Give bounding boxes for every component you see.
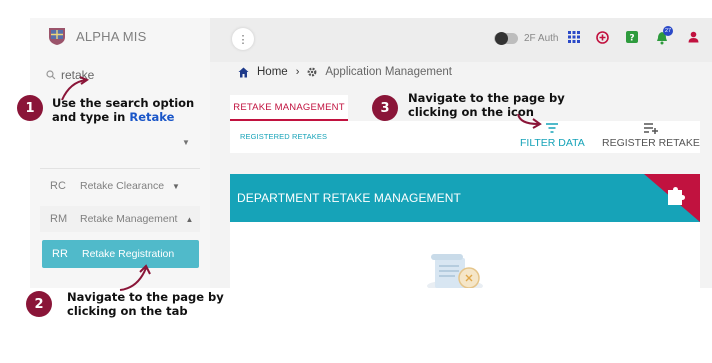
add-circle-icon[interactable]: [596, 31, 609, 44]
sidebar-item-label: Retake Management: [80, 213, 178, 225]
step-2-badge: 2: [26, 291, 52, 317]
step-2-line-1: Navigate to the page by: [67, 290, 224, 304]
sidebar-item-abbr: RC: [50, 180, 66, 192]
step-1-arrow-icon: [61, 76, 90, 101]
empty-state-illustration-icon: [427, 254, 483, 288]
department-card-header: DEPARTMENT RETAKE MANAGEMENT: [230, 174, 700, 222]
home-icon[interactable]: [238, 67, 249, 78]
grid-icon[interactable]: [568, 31, 580, 43]
chevron-right-icon: ›: [295, 66, 300, 78]
notifications[interactable]: 27: [656, 26, 678, 49]
svg-text:?: ?: [629, 34, 634, 44]
search-icon: [46, 70, 56, 80]
step-3-arrow-icon: [517, 113, 542, 129]
two-factor-toggle[interactable]: [494, 32, 518, 45]
sidebar-item-abbr: RR: [52, 248, 68, 260]
help-icon[interactable]: ?: [626, 31, 638, 44]
chevron-down-icon[interactable]: ▼: [182, 138, 190, 147]
breadcrumb: Home › Application Management: [238, 66, 452, 78]
card-toolbar: REGISTERED RETAKES FILTER DATA REGISTER …: [230, 121, 700, 153]
step-3-badge: 3: [372, 95, 398, 121]
filter-icon: [546, 123, 559, 133]
corner-ribbon: [644, 174, 700, 222]
sidebar-item-label: Retake Registration: [82, 248, 175, 260]
step-2-line-2: clicking on the tab: [67, 304, 188, 318]
step-3-line-1: Navigate to the page by: [408, 91, 565, 105]
screenshot-root: ALPHA MIS retake ▼ RC Retake Clearance ▼…: [0, 0, 712, 363]
notification-count-badge: 27: [663, 26, 673, 36]
tab-retake-management[interactable]: RETAKE MANAGEMENT: [230, 95, 348, 121]
breadcrumb-home[interactable]: Home: [257, 66, 288, 78]
gear-icon: [307, 67, 317, 77]
two-factor-label: 2F Auth: [524, 33, 559, 44]
chevron-up-icon: ▲: [185, 214, 194, 224]
card-title: DEPARTMENT RETAKE MANAGEMENT: [237, 191, 461, 205]
sidebar: ALPHA MIS retake ▼ RC Retake Clearance ▼…: [30, 18, 210, 288]
step-1-highlight: Retake: [129, 110, 175, 124]
top-bar: ⋮ 2F Auth ? 27: [210, 18, 712, 62]
brand: ALPHA MIS: [48, 26, 146, 46]
sidebar-item-label: Retake Clearance: [80, 180, 165, 192]
step-1-line-2-prefix: and type in: [52, 110, 130, 124]
step-1-line-2: and type in Retake: [52, 110, 194, 124]
department-card-body: [230, 222, 700, 288]
divider: [40, 168, 200, 169]
sidebar-item-retake-management[interactable]: RM Retake Management ▲: [40, 206, 200, 232]
user-icon[interactable]: [688, 31, 699, 43]
sidebar-item-abbr: RM: [50, 213, 68, 225]
breadcrumb-current[interactable]: Application Management: [325, 66, 452, 78]
chevron-down-icon: ▼: [172, 181, 180, 191]
register-retake-button[interactable]: REGISTER RETAKE: [602, 121, 700, 149]
crest-logo-icon: [49, 28, 65, 45]
sidebar-item-retake-clearance[interactable]: RC Retake Clearance ▼: [40, 173, 200, 199]
step-2-arrow-icon: [119, 264, 151, 291]
playlist-add-icon: [643, 123, 658, 134]
filter-data-label: FILTER DATA: [520, 137, 585, 149]
menu-dots-icon[interactable]: ⋮: [232, 28, 254, 50]
step-1-badge: 1: [17, 95, 43, 121]
step-2-instruction: Navigate to the page by clicking on the …: [67, 290, 224, 318]
register-retake-label: REGISTER RETAKE: [602, 137, 700, 149]
brand-name: ALPHA MIS: [76, 28, 147, 44]
tab-registered-retakes[interactable]: REGISTERED RETAKES: [240, 132, 327, 141]
